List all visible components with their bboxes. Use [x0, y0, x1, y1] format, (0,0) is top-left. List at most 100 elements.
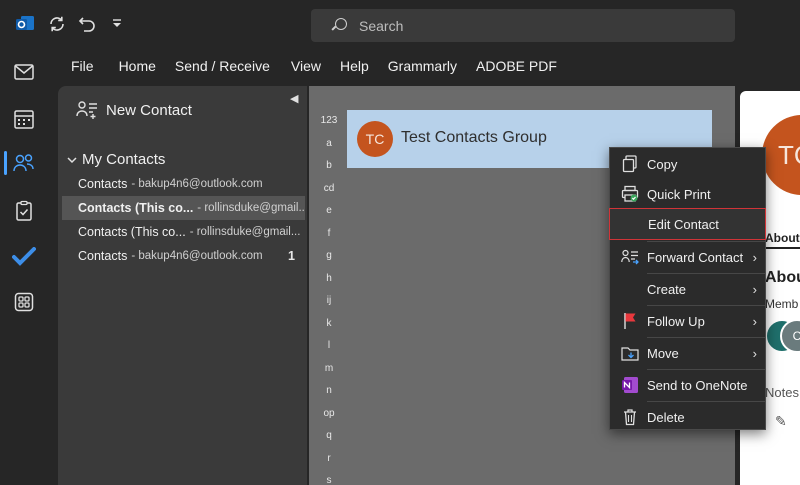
- menu-item-move[interactable]: Move ›: [610, 338, 765, 368]
- alpha-index-item[interactable]: s: [309, 470, 349, 485]
- tab-underline: [765, 247, 800, 249]
- collapse-pane-icon[interactable]: ◀: [290, 92, 298, 105]
- trash-icon: [621, 408, 639, 426]
- folder-name: Contacts (This co...: [78, 201, 194, 215]
- menu-send-receive[interactable]: Send / Receive: [175, 52, 270, 80]
- new-contact-label: New Contact: [106, 101, 192, 119]
- alpha-index-item[interactable]: m: [309, 358, 349, 381]
- new-contact-button[interactable]: New Contact: [76, 100, 192, 120]
- alpha-index-item[interactable]: q: [309, 425, 349, 448]
- alpha-index-item[interactable]: a: [309, 133, 349, 156]
- alpha-index-item[interactable]: f: [309, 223, 349, 246]
- tab-about[interactable]: About: [765, 231, 800, 245]
- folder-name: Contacts: [78, 249, 128, 263]
- menu-home[interactable]: Home: [119, 52, 156, 80]
- pencil-icon[interactable]: ✎: [775, 413, 787, 430]
- chevron-right-icon: ›: [752, 313, 757, 329]
- ribbon-menu-bar: File Home Send / Receive View Help Gramm…: [58, 52, 557, 80]
- menu-item-follow-up[interactable]: Follow Up ›: [610, 306, 765, 336]
- alpha-index-item[interactable]: h: [309, 268, 349, 291]
- alpha-index-item[interactable]: ij: [309, 290, 349, 313]
- alpha-index-item[interactable]: b: [309, 155, 349, 178]
- menu-item-label: Edit Contact: [648, 216, 719, 232]
- contacts-folder-item[interactable]: Contacts - bakup4n6@outlook.com: [62, 172, 305, 196]
- alpha-index-item[interactable]: l: [309, 335, 349, 358]
- menu-item-label: Forward Contact: [647, 249, 744, 265]
- menu-item-quick-print[interactable]: Quick Print: [610, 179, 765, 209]
- alpha-index-item[interactable]: g: [309, 245, 349, 268]
- menu-file[interactable]: File: [71, 52, 94, 80]
- folder-account: - rollinsduke@gmail...: [189, 226, 301, 238]
- folder-account: - bakup4n6@outlook.com: [131, 178, 263, 190]
- my-contacts-header[interactable]: My Contacts: [66, 151, 165, 168]
- flag-icon: [621, 312, 639, 330]
- title-bar: Search: [0, 0, 800, 50]
- context-menu: Copy Quick Print Edit Contact Forward Co…: [609, 147, 766, 430]
- menu-grammarly[interactable]: Grammarly: [388, 52, 457, 80]
- calendar-icon: [14, 110, 34, 129]
- people-nav-button[interactable]: [0, 143, 48, 183]
- members-label: Memb: [765, 297, 799, 311]
- search-placeholder: Search: [359, 17, 404, 34]
- menu-item-label: Delete: [647, 409, 685, 425]
- contacts-folder-item[interactable]: Contacts (This co... - rollinsduke@gmail…: [62, 196, 305, 220]
- calendar-nav-button[interactable]: [0, 99, 48, 139]
- folder-account: - rollinsduke@gmail...: [197, 202, 305, 214]
- folder-pane: ◀ New Contact My Contacts Contacts - bak…: [58, 86, 307, 485]
- undo-icon[interactable]: [76, 13, 98, 35]
- alpha-index-item[interactable]: r: [309, 448, 349, 471]
- menu-item-edit-contact[interactable]: Edit Contact: [609, 208, 766, 240]
- notes-label: Notes: [765, 385, 799, 400]
- chevron-right-icon: ›: [752, 249, 757, 265]
- contacts-folder-item[interactable]: Contacts (This co... - rollinsduke@gmail…: [62, 220, 305, 244]
- menu-item-copy[interactable]: Copy: [610, 149, 765, 179]
- menu-item-label: Move: [647, 345, 679, 361]
- sync-icon[interactable]: [46, 13, 68, 35]
- alpha-index-item[interactable]: 123: [309, 110, 349, 133]
- alpha-index-item[interactable]: e: [309, 200, 349, 223]
- alpha-index-item[interactable]: n: [309, 380, 349, 403]
- print-icon: [621, 185, 639, 203]
- forward-contact-icon: [621, 248, 639, 266]
- copy-icon: [621, 155, 639, 173]
- apps-nav-button[interactable]: [0, 282, 48, 322]
- menu-help[interactable]: Help: [340, 52, 369, 80]
- todo-check-icon: [12, 247, 36, 266]
- people-icon: [13, 154, 34, 172]
- outlook-logo-icon: [14, 13, 36, 35]
- menu-item-delete[interactable]: Delete: [610, 402, 765, 432]
- menu-item-label: Create: [647, 281, 687, 297]
- menu-item-forward-contact[interactable]: Forward Contact ›: [610, 242, 765, 272]
- menu-adobe-pdf[interactable]: ADOBE PDF: [476, 52, 557, 80]
- search-box[interactable]: Search: [311, 9, 735, 42]
- folder-name: Contacts (This co...: [78, 225, 186, 239]
- customize-toolbar-icon[interactable]: [106, 13, 128, 35]
- todo-nav-button[interactable]: [0, 237, 48, 277]
- apps-grid-icon: [14, 292, 34, 312]
- chevron-right-icon: ›: [752, 281, 757, 297]
- alpha-index-item[interactable]: k: [309, 313, 349, 336]
- outlook-window: Search File Home Send / Receive View Hel…: [0, 0, 800, 485]
- chevron-down-icon: [67, 156, 77, 163]
- contact-avatar-large: TC: [762, 115, 800, 195]
- move-folder-icon: [621, 344, 639, 362]
- new-contact-icon: [76, 101, 97, 119]
- search-icon: [331, 17, 347, 34]
- alpha-index-item[interactable]: op: [309, 403, 349, 426]
- menu-item-create[interactable]: Create ›: [610, 274, 765, 304]
- menu-item-send-to-onenote[interactable]: Send to OneNote: [610, 370, 765, 400]
- menu-item-label: Copy: [647, 156, 678, 172]
- contacts-folder-item[interactable]: Contacts - bakup4n6@outlook.com 1: [62, 244, 305, 268]
- clipboard-icon: [16, 200, 32, 221]
- menu-item-label: Send to OneNote: [647, 377, 748, 393]
- about-heading: About: [765, 269, 800, 286]
- alphabet-index: 123 a b cd e f g h ij k l m n op q r s: [309, 110, 349, 485]
- alpha-index-item[interactable]: cd: [309, 178, 349, 201]
- nav-rail: [0, 50, 48, 485]
- menu-item-label: Quick Print: [647, 186, 711, 202]
- contact-name: Test Contacts Group: [401, 129, 547, 146]
- tasks-nav-button[interactable]: [0, 191, 48, 231]
- mail-nav-button[interactable]: [0, 52, 48, 92]
- menu-view[interactable]: View: [291, 52, 321, 80]
- mail-icon: [14, 64, 34, 80]
